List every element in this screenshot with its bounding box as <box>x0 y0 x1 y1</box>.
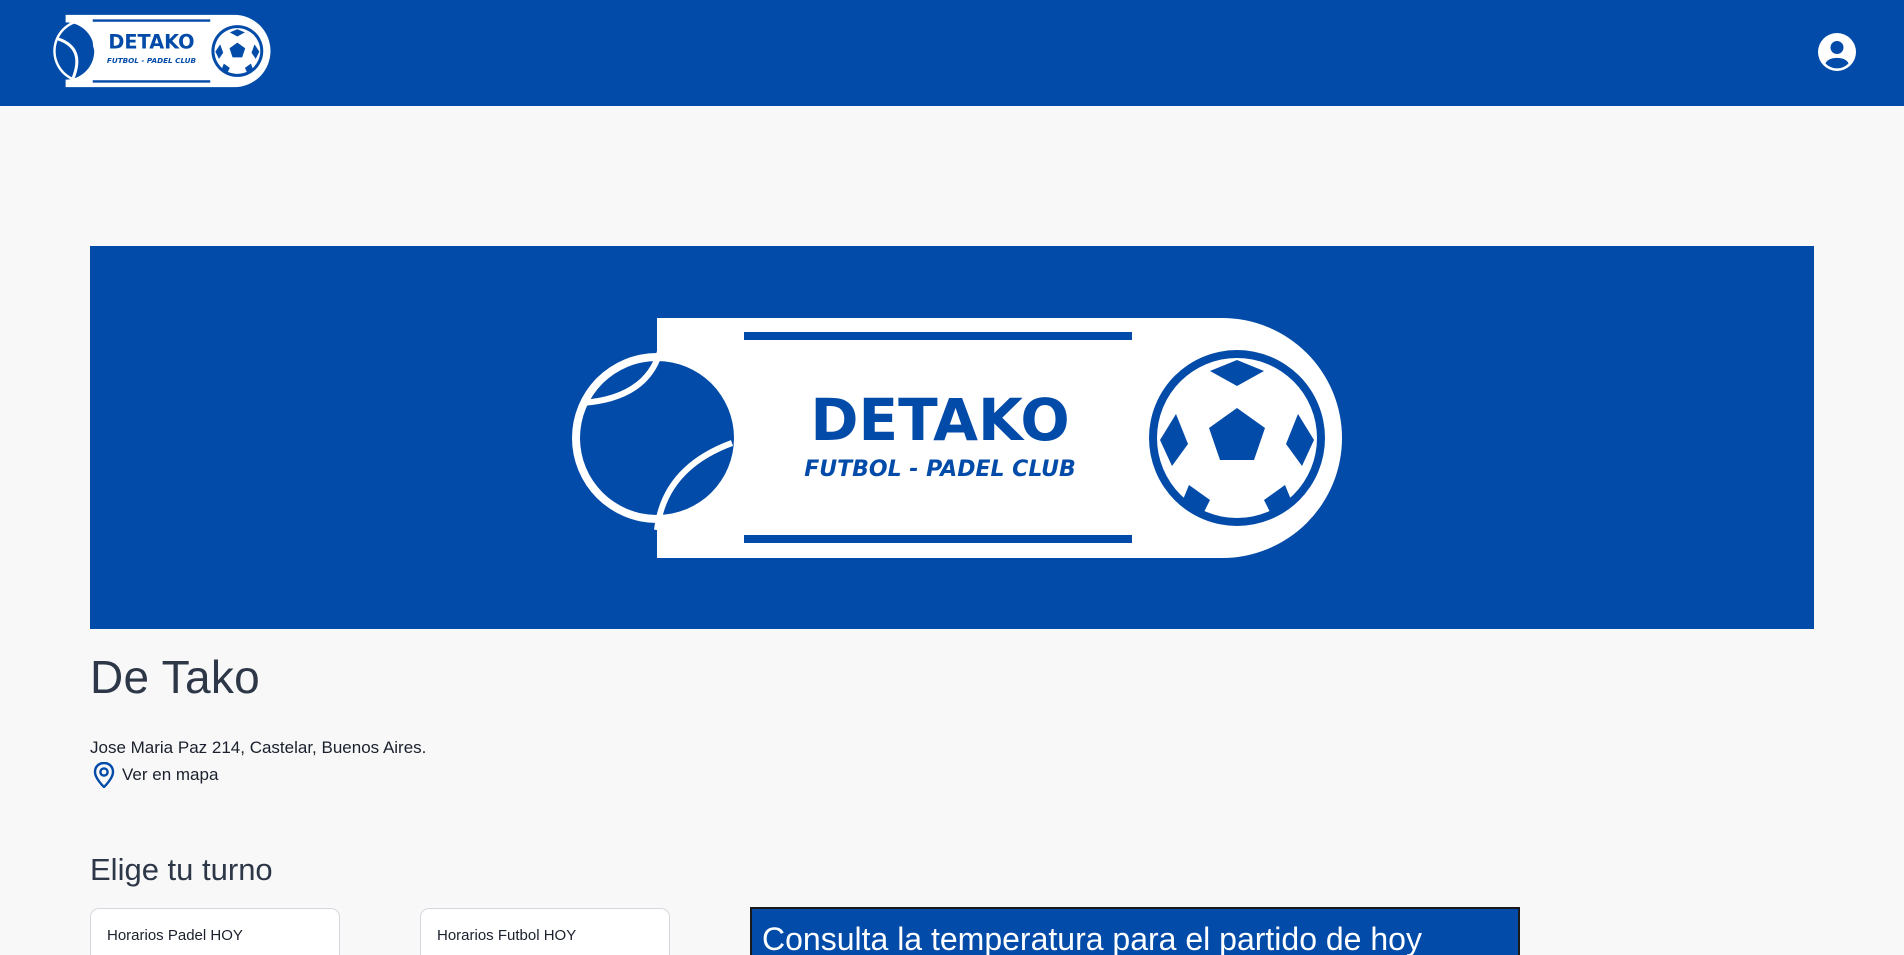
weather-check-button[interactable]: Consulta la temperatura para el partido … <box>750 907 1520 955</box>
padel-schedule-card[interactable]: Horarios Padel HOY <box>90 908 340 955</box>
soccer-ball-icon <box>211 25 264 77</box>
detako-logo[interactable]: DETAKO FUTBOL - PADEL CLUB <box>40 14 272 88</box>
padel-schedule-label: Horarios Padel HOY <box>107 927 243 944</box>
futbol-schedule-label: Horarios Futbol HOY <box>437 927 577 944</box>
weather-check-label: Consulta la temperatura para el partido … <box>762 921 1422 955</box>
hero-brand-tagline: FUTBOL - PADEL CLUB <box>804 457 1076 482</box>
section-title: Elige tu turno <box>90 852 273 887</box>
hero-banner: DETAKO FUTBOL - PADEL CLUB <box>90 246 1814 629</box>
hero-brand-name: DETAKO <box>810 386 1069 454</box>
brand-tagline: FUTBOL - PADEL CLUB <box>107 56 197 65</box>
user-avatar-icon[interactable] <box>1818 33 1856 71</box>
view-map-link[interactable]: Ver en mapa <box>92 762 218 788</box>
hero-logo: DETAKO FUTBOL - PADEL CLUB <box>572 318 1342 558</box>
club-name: De Tako <box>90 651 261 703</box>
map-pin-icon <box>93 762 115 788</box>
club-address: Jose Maria Paz 214, Castelar, Buenos Air… <box>90 738 427 757</box>
futbol-schedule-card[interactable]: Horarios Futbol HOY <box>420 908 670 955</box>
view-map-label: Ver en mapa <box>122 765 219 784</box>
top-navbar: DETAKO FUTBOL - PADEL CLUB <box>0 0 1904 106</box>
brand-name: DETAKO <box>108 31 194 54</box>
soccer-ball-icon <box>1149 350 1325 526</box>
